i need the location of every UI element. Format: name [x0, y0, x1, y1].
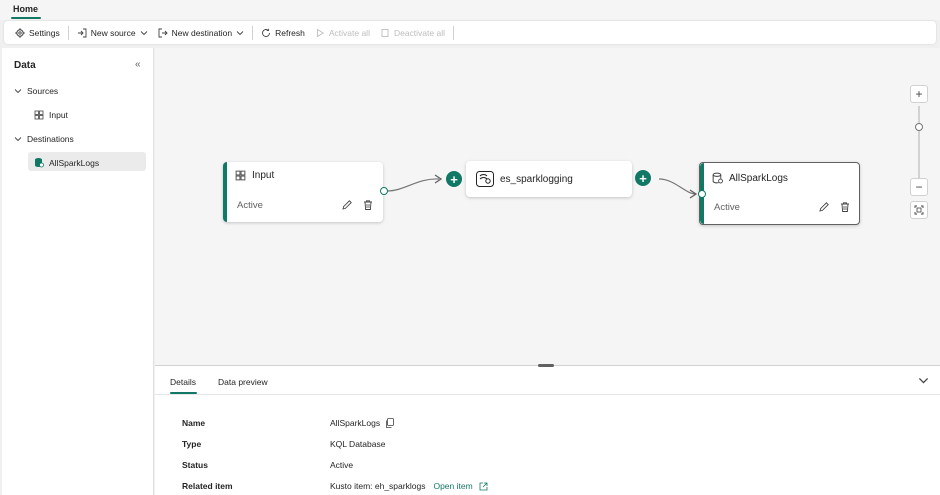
edit-icon[interactable]: [818, 201, 830, 213]
ribbon-tabbar: Home: [0, 0, 940, 20]
copy-icon[interactable]: [385, 418, 394, 428]
gear-icon: [15, 27, 25, 38]
deactivate-all-button[interactable]: Deactivate all: [375, 21, 450, 44]
node-accent-bar: [223, 162, 227, 222]
zoom-in-button[interactable]: +: [910, 85, 928, 103]
new-source-label: New source: [90, 27, 136, 38]
panel-title: Data: [14, 60, 36, 71]
new-destination-label: New destination: [171, 27, 233, 38]
tree-group-sources[interactable]: Sources: [14, 86, 58, 96]
chevron-down-icon: [140, 30, 147, 35]
stream-node[interactable]: es_sparklogging: [466, 161, 632, 197]
node-title: Input: [252, 170, 275, 181]
add-after-source-button[interactable]: +: [446, 171, 462, 187]
deactivate-all-label: Deactivate all: [393, 27, 445, 38]
detail-label-type: Type: [182, 439, 202, 449]
delete-icon[interactable]: [839, 201, 851, 213]
open-item-link[interactable]: Open item: [433, 481, 472, 491]
tree-item-label: AllSparkLogs: [49, 157, 100, 168]
tree-item-label: Input: [49, 110, 68, 120]
detail-label-name: Name: [182, 418, 206, 428]
eventstream-icon: [476, 171, 494, 187]
zoom-out-button[interactable]: −: [910, 178, 928, 196]
details-panel: Details Data preview Name AllSparkLogs T…: [155, 364, 940, 495]
source-node-input[interactable]: Input Active: [223, 162, 383, 222]
tree-group-destinations[interactable]: Destinations: [14, 134, 74, 144]
toolbar: Settings New source New destination Refr…: [4, 21, 936, 44]
fit-view-icon: [914, 205, 924, 215]
node-status: Active: [714, 202, 740, 213]
tab-details[interactable]: Details: [170, 377, 196, 387]
open-external-icon[interactable]: [479, 482, 488, 491]
tree-group-label: Sources: [27, 86, 59, 96]
tab-data-preview[interactable]: Data preview: [218, 377, 268, 387]
chevron-down-icon: [236, 30, 244, 35]
data-panel: Data « Sources Input Destinations AllSpa…: [2, 48, 154, 495]
chevron-down-icon: [14, 137, 22, 142]
refresh-button[interactable]: Refresh: [256, 21, 310, 44]
chevron-down-icon: [14, 89, 22, 94]
activate-all-label: Activate all: [328, 27, 370, 38]
toolbar-divider: [252, 25, 254, 40]
add-after-stream-button[interactable]: +: [635, 170, 651, 186]
play-icon: [316, 28, 324, 37]
detail-value-status: Active: [330, 460, 354, 470]
zoom-slider-thumb[interactable]: [915, 123, 923, 131]
destination-node-allsparklogs[interactable]: AllSparkLogs Active: [699, 162, 860, 225]
node-status: Active: [237, 200, 263, 211]
database-icon: [35, 158, 44, 168]
activate-all-button[interactable]: Activate all: [310, 21, 375, 44]
detail-value-related-item: Kusto item: eh_sparklogs Open item: [330, 481, 488, 491]
tree-item-allsparklogs[interactable]: AllSparkLogs: [34, 157, 99, 168]
new-source-button[interactable]: New source: [72, 21, 153, 44]
toolbar-divider: [453, 25, 454, 40]
detail-value-type: KQL Database: [330, 439, 386, 449]
settings-button[interactable]: Settings: [10, 21, 65, 44]
detail-label-related-item: Related item: [182, 481, 233, 491]
stop-icon: [381, 28, 389, 37]
grid-icon: [34, 110, 44, 120]
output-port[interactable]: [380, 187, 388, 195]
settings-label: Settings: [29, 27, 60, 38]
detail-value-name: AllSparkLogs: [330, 418, 394, 428]
detail-label-status: Status: [182, 460, 208, 470]
refresh-label: Refresh: [275, 27, 305, 38]
grid-icon: [235, 170, 246, 181]
database-icon: [712, 172, 723, 184]
edit-icon[interactable]: [341, 199, 353, 211]
tab-home[interactable]: Home: [13, 4, 38, 14]
tree-group-label: Destinations: [27, 134, 74, 144]
tab-home-indicator: [11, 17, 41, 19]
new-destination-button[interactable]: New destination: [153, 21, 249, 44]
tab-divider: [155, 394, 940, 395]
flow-canvas[interactable]: Input Active + es_sparklogging + AllSpar…: [155, 48, 940, 365]
sign-in-icon: [77, 28, 87, 37]
chevron-down-icon[interactable]: [918, 375, 929, 386]
node-title: es_sparklogging: [500, 173, 573, 185]
tree-item-input[interactable]: Input: [34, 110, 68, 120]
delete-icon[interactable]: [362, 199, 374, 211]
node-title: AllSparkLogs: [729, 172, 788, 184]
input-port[interactable]: [698, 190, 706, 198]
fit-view-button[interactable]: [910, 201, 928, 219]
sign-out-icon: [158, 28, 168, 37]
refresh-icon: [262, 28, 271, 37]
toolbar-divider: [67, 25, 69, 40]
collapse-panel-icon[interactable]: «: [135, 59, 141, 70]
resize-handle[interactable]: [538, 364, 554, 367]
